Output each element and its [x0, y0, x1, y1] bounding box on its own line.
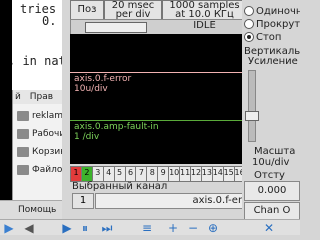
file-manager-fragment: й Прав reklama Рабочи Корзин Файлов [12, 90, 62, 200]
menu-item-edit[interactable]: Прав [30, 92, 53, 102]
zoom-out-icon[interactable]: − [186, 221, 200, 235]
samples-button[interactable]: 1000 samples at 10.0 КГц [162, 0, 247, 20]
position-label: Поз [70, 0, 104, 20]
run-icon[interactable]: ▶ [60, 221, 74, 235]
mode-roll[interactable]: Прокрути [244, 19, 300, 31]
play-icon[interactable]: ▶ [2, 221, 16, 235]
selected-channel-number: 1 [72, 193, 94, 209]
right-control-panel: Одиночны Прокрути Стоп Вертикальн Усилен… [242, 0, 300, 235]
mode-stop[interactable]: Стоп [244, 32, 281, 44]
drive-icon [17, 164, 29, 175]
zoom-fit-icon[interactable]: ⊕ [206, 221, 220, 235]
help-menu[interactable]: Помощь [18, 205, 56, 215]
trash-icon [17, 146, 29, 157]
menu-icon[interactable]: ≡ [140, 221, 154, 235]
left-black-strip [0, 0, 12, 200]
file-item[interactable]: Рабочи [17, 126, 62, 142]
gain-slider[interactable] [245, 70, 259, 142]
file-item[interactable]: reklama [17, 108, 62, 124]
status-label: IDLE [193, 20, 216, 31]
trace-label-amp-fault: axis.0.amp-fault-in 1 /div [74, 122, 159, 142]
file-manager-menubar: й Прав [13, 90, 62, 104]
editor-line-3: , in nat [8, 54, 62, 68]
scroll-thumb[interactable] [85, 22, 147, 33]
editor-line-2: 0. [42, 14, 57, 28]
zoom-in-icon[interactable]: + [166, 221, 180, 235]
selected-channel-caption: Выбранный канал [72, 181, 168, 192]
file-item[interactable]: Корзин [17, 144, 62, 160]
step-icon[interactable]: ⏭ [100, 221, 114, 235]
mode-single[interactable]: Одиночны [244, 6, 300, 18]
close-icon[interactable]: ✕ [262, 221, 276, 235]
trace-amp-fault [70, 120, 245, 121]
scale-value: 10u/div [252, 157, 290, 168]
gain-title: Усиление [248, 56, 298, 67]
time-per-div-button[interactable]: 20 msec per div [104, 0, 162, 20]
offset-value-button[interactable]: 0.000 [244, 181, 300, 201]
gain-slider-knob[interactable] [245, 111, 259, 121]
halscope-window: Поз 20 msec per div 1000 samples at 10.0… [62, 0, 249, 235]
back-icon[interactable]: ◀ [22, 221, 36, 235]
channel-buttons: 1 2 3 4 5 6 7 8 9 10 11 12 13 14 15 16 [70, 166, 246, 182]
desktop-icon [17, 128, 29, 139]
pause-icon[interactable]: ⏸ [78, 221, 92, 235]
radio-icon [244, 19, 254, 29]
folder-icon [17, 110, 29, 121]
menu-item-1[interactable]: й [15, 92, 21, 102]
bottom-toolbar: ▶ ◀ ▶ ⏸ ⏭ ≡ + − ⊕ ✕ [0, 219, 300, 235]
file-item[interactable]: Файлов [17, 162, 62, 178]
scope-display: axis.0.f-error 10u/div axis.0.amp-fault-… [70, 34, 245, 164]
chan-off-button[interactable]: Chan O [244, 202, 300, 220]
radio-selected-icon [244, 32, 254, 42]
trace-label-f-error: axis.0.f-error 10u/div [74, 74, 132, 94]
trace-f-error [70, 72, 245, 73]
selected-channel-name[interactable]: axis.0.f-err [95, 193, 249, 209]
radio-icon [244, 6, 254, 16]
